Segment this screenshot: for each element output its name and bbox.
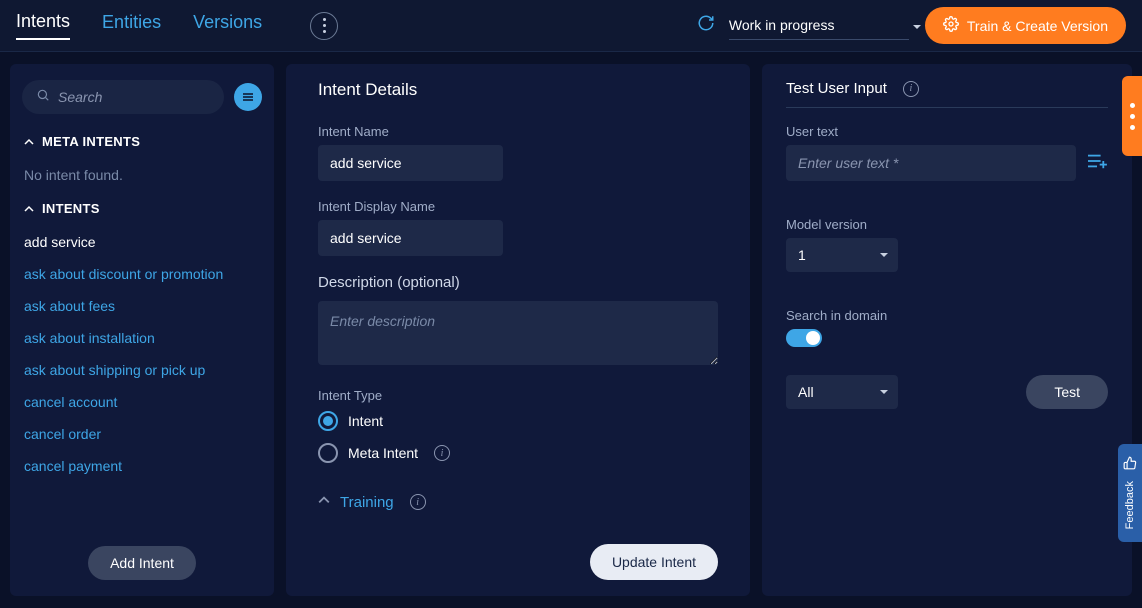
tab-versions[interactable]: Versions — [193, 12, 262, 39]
expand-sidebar-button[interactable] — [234, 83, 262, 111]
intent-item[interactable]: add service — [10, 226, 274, 258]
intent-item[interactable]: ask about installation — [10, 322, 274, 354]
tab-intents[interactable]: Intents — [16, 11, 70, 40]
description-label: Description (optional) — [318, 274, 718, 291]
search-input-wrap — [22, 80, 224, 114]
update-intent-button[interactable]: Update Intent — [590, 544, 718, 580]
test-user-input-title: Test User Input — [786, 80, 887, 97]
intent-details-title: Intent Details — [318, 80, 718, 100]
radio-intent-label: Intent — [348, 413, 383, 429]
user-text-label: User text — [786, 124, 1108, 139]
intent-name-label: Intent Name — [318, 124, 718, 139]
intent-item[interactable]: ask about fees — [10, 290, 274, 322]
chevron-up-icon — [318, 493, 330, 511]
search-domain-label: Search in domain — [786, 308, 1108, 323]
gear-icon — [943, 16, 959, 35]
test-button[interactable]: Test — [1026, 375, 1108, 409]
radio-meta-label: Meta Intent — [348, 445, 418, 461]
intent-item[interactable]: ask about discount or promotion — [10, 258, 274, 290]
test-panel: Test User Input i User text Model versio… — [762, 64, 1132, 596]
version-select[interactable]: Work in progress — [729, 11, 909, 40]
main-panel: Intent Details Intent Name Intent Displa… — [286, 64, 750, 596]
more-menu-icon[interactable] — [310, 12, 338, 40]
radio-meta-intent[interactable]: Meta Intent i — [318, 443, 718, 463]
no-meta-intent-message: No intent found. — [10, 159, 274, 191]
version-select-wrap: Work in progress — [729, 11, 925, 40]
side-dots-tab[interactable] — [1122, 76, 1142, 156]
intent-type-label: Intent Type — [318, 388, 718, 403]
training-collapse[interactable]: Training i — [318, 493, 718, 511]
feedback-tab[interactable]: Feedback — [1118, 444, 1142, 542]
search-input[interactable] — [58, 89, 210, 105]
section-intents[interactable]: INTENTS — [10, 191, 274, 226]
thumbs-up-icon — [1123, 456, 1137, 475]
intent-item[interactable]: cancel payment — [10, 450, 274, 482]
add-intent-button[interactable]: Add Intent — [88, 546, 196, 580]
topbar: Intents Entities Versions Work in progre… — [0, 0, 1142, 52]
description-textarea[interactable] — [318, 301, 718, 365]
tab-entities[interactable]: Entities — [102, 12, 161, 39]
feedback-label: Feedback — [1124, 481, 1136, 529]
training-label: Training — [340, 494, 394, 511]
intent-displayname-label: Intent Display Name — [318, 199, 718, 214]
info-icon[interactable]: i — [903, 81, 919, 97]
intent-item[interactable]: cancel order — [10, 418, 274, 450]
section-meta-intents[interactable]: META INTENTS — [10, 124, 274, 159]
intent-item[interactable]: cancel account — [10, 386, 274, 418]
section-meta-label: META INTENTS — [42, 134, 140, 149]
intent-item[interactable]: ask about shipping or pick up — [10, 354, 274, 386]
refresh-icon[interactable] — [697, 14, 715, 37]
train-button-label: Train & Create Version — [967, 18, 1108, 34]
train-create-version-button[interactable]: Train & Create Version — [925, 7, 1126, 44]
info-icon[interactable]: i — [410, 494, 426, 510]
intent-list: add service ask about discount or promot… — [10, 226, 274, 482]
model-version-select[interactable]: 1 — [786, 238, 898, 272]
add-list-icon[interactable] — [1086, 152, 1108, 175]
domain-select[interactable]: All — [786, 375, 898, 409]
user-text-input[interactable] — [786, 145, 1076, 181]
intent-name-input[interactable] — [318, 145, 503, 181]
top-tabs: Intents Entities Versions — [16, 11, 338, 40]
radio-intent[interactable]: Intent — [318, 411, 718, 431]
model-version-label: Model version — [786, 217, 1108, 232]
search-icon — [36, 88, 50, 107]
sidebar: META INTENTS No intent found. INTENTS ad… — [10, 64, 274, 596]
info-icon[interactable]: i — [434, 445, 450, 461]
intent-displayname-input[interactable] — [318, 220, 503, 256]
search-domain-toggle[interactable] — [786, 329, 822, 347]
section-intents-label: INTENTS — [42, 201, 100, 216]
